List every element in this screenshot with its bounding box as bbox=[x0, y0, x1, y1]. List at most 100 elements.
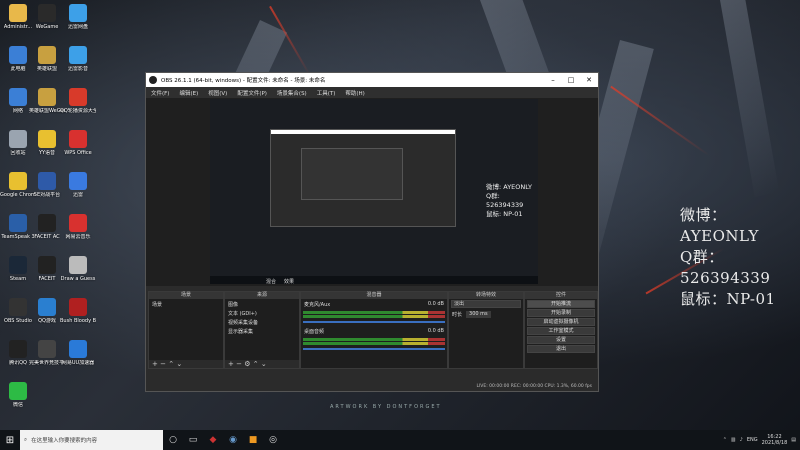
maximize-button[interactable]: □ bbox=[562, 76, 580, 84]
desktop-icon-label: 网易云音乐 bbox=[65, 234, 91, 240]
qq-group-label: Q群：526394339 bbox=[680, 248, 771, 287]
source-item-image[interactable]: 图像 bbox=[225, 299, 299, 310]
mixer-track-desktop: 桌面音频 0.0 dB bbox=[301, 326, 447, 337]
preview-weibo: 微博: AYEONLY bbox=[486, 183, 532, 191]
transitions-panel: 转场特效 淡出 时长 300 ms bbox=[448, 291, 524, 369]
uu-icon bbox=[69, 340, 87, 358]
close-button[interactable]: ✕ bbox=[580, 76, 598, 84]
faceit-icon bbox=[38, 256, 56, 274]
desktop-icon[interactable]: 迅雷网盘 bbox=[60, 4, 96, 30]
remove-icon[interactable]: − bbox=[236, 360, 242, 368]
desktop-icon[interactable]: Draw a Guess bbox=[60, 256, 96, 282]
preview-taskbar bbox=[210, 276, 538, 284]
desktop-icon[interactable]: 网易云音乐 bbox=[60, 214, 96, 240]
taskbar-search[interactable]: ⌕ 在这里输入你要搜索的内容 bbox=[20, 430, 163, 450]
desktop-icon[interactable]: 迅雷影音 bbox=[60, 46, 96, 72]
track-db: 0.0 dB bbox=[427, 301, 444, 307]
move-down-icon[interactable]: ⌄ bbox=[261, 360, 267, 368]
wallpaper-shard bbox=[720, 0, 780, 197]
transitions-header: 转场特效 bbox=[449, 292, 523, 299]
exit-button[interactable]: 退出 bbox=[527, 345, 595, 353]
duration-input[interactable]: 300 ms bbox=[466, 311, 491, 318]
desktop-icon[interactable]: 迅雷 bbox=[60, 172, 96, 198]
menu-file[interactable]: 文件(F) bbox=[146, 89, 174, 97]
scene-item[interactable]: 场景 bbox=[149, 299, 223, 310]
audio-meter bbox=[303, 315, 445, 318]
clock[interactable]: 16:22 2021/8/18 bbox=[762, 434, 788, 446]
menu-edit[interactable]: 编辑(E) bbox=[174, 89, 203, 97]
desktop-icon[interactable]: QQ轮播资源大全 bbox=[60, 88, 96, 114]
qq-game-icon bbox=[38, 298, 56, 316]
menu-scene-collection[interactable]: 场景集合(S) bbox=[272, 89, 312, 97]
taskbar: ⊞ ⌕ 在这里输入你要搜索的内容 ○ ▭ ◆ ◉ ■ ◎ ⌃ ▥ ♪ ENG 1… bbox=[0, 430, 800, 450]
virtual-camera-button[interactable]: 启动虚拟摄像机 bbox=[527, 318, 595, 326]
cortana-icon[interactable]: ○ bbox=[163, 430, 183, 450]
nested-obs-window bbox=[270, 129, 456, 227]
add-icon[interactable]: + bbox=[228, 360, 234, 368]
desktop-icon-label: 迅雷 bbox=[72, 192, 83, 198]
menu-view[interactable]: 视图(V) bbox=[203, 89, 232, 97]
move-up-icon[interactable]: ⌃ bbox=[168, 360, 174, 368]
nested-obs-window-2 bbox=[301, 148, 403, 200]
transition-select[interactable]: 淡出 bbox=[451, 300, 521, 308]
studio-mode-button[interactable]: 工作室模式 bbox=[527, 327, 595, 335]
move-down-icon[interactable]: ⌄ bbox=[176, 360, 182, 368]
computer-icon bbox=[9, 46, 27, 64]
chrome-icon bbox=[9, 172, 27, 190]
taskbar-app-icon[interactable]: ■ bbox=[243, 430, 263, 450]
desktop-icon[interactable]: WPS Office bbox=[60, 130, 96, 156]
desktop-icon-label: QQ轮播资源大全 bbox=[60, 108, 96, 114]
obs-taskbar-icon[interactable]: ◎ bbox=[263, 430, 283, 450]
language-indicator[interactable]: ENG bbox=[747, 437, 758, 443]
obs-titlebar[interactable]: OBS 26.1.1 (64-bit, windows) - 配置文件: 未命名… bbox=[146, 73, 598, 87]
start-recording-button[interactable]: 开始录制 bbox=[527, 309, 595, 317]
tab-mix[interactable]: 混合 bbox=[266, 278, 276, 285]
tab-effects[interactable]: 效果 bbox=[284, 278, 294, 285]
mixer-panel: 混音器 麦克风/Aux 0.0 dB 桌面音频 0.0 dB bbox=[300, 291, 448, 369]
volume-slider[interactable] bbox=[303, 348, 445, 350]
teamspeak-icon bbox=[9, 214, 27, 232]
gear-icon[interactable]: ⚙ bbox=[244, 360, 250, 368]
move-up-icon[interactable]: ⌃ bbox=[253, 360, 259, 368]
minimize-button[interactable]: – bbox=[544, 76, 562, 84]
recycle-bin-icon bbox=[9, 130, 27, 148]
source-item-video[interactable]: 视频采集设备 bbox=[225, 319, 299, 328]
wegame-icon bbox=[38, 4, 56, 22]
task-view-icon[interactable]: ▭ bbox=[183, 430, 203, 450]
menu-profile[interactable]: 配置文件(P) bbox=[232, 89, 272, 97]
desktop-icon[interactable]: 网易UU加速器 bbox=[60, 340, 96, 366]
5e-icon bbox=[38, 172, 56, 190]
menu-help[interactable]: 帮助(H) bbox=[340, 89, 369, 97]
network-icon[interactable]: ▥ bbox=[731, 437, 736, 443]
sources-header: 来源 bbox=[225, 292, 299, 299]
duration-label: 时长 bbox=[452, 312, 463, 318]
menu-tools[interactable]: 工具(T) bbox=[312, 89, 341, 97]
tray-chevron-icon[interactable]: ⌃ bbox=[723, 437, 727, 443]
yy-icon bbox=[38, 130, 56, 148]
desktop-icon-label: 微信 bbox=[12, 402, 23, 408]
steam-taskbar-icon[interactable]: ◉ bbox=[223, 430, 243, 450]
obs-preview[interactable]: 微博: AYEONLY Q群: 526394339 鼠标: NP-01 bbox=[146, 98, 598, 286]
add-icon[interactable]: + bbox=[152, 360, 158, 368]
obs-logo-icon bbox=[149, 76, 157, 84]
desktop-icon-label: WPS Office bbox=[64, 150, 92, 156]
obs-docks: 混合 效果 场景 场景 + − ⌃ ⌄ 来源 图像 文本 (GDI+) 视频采集… bbox=[146, 279, 598, 391]
controls-header: 控件 bbox=[525, 292, 597, 299]
taskbar-app-icon[interactable]: ◆ bbox=[203, 430, 223, 450]
desktop-icon[interactable]: Bush Bloody Bee bbox=[60, 298, 96, 324]
desktop-icon-label: Bush Bloody Bee bbox=[60, 318, 96, 324]
windows-start-icon[interactable]: ⊞ bbox=[0, 430, 20, 450]
obs-window[interactable]: OBS 26.1.1 (64-bit, windows) - 配置文件: 未命名… bbox=[145, 72, 599, 392]
volume-slider[interactable] bbox=[303, 321, 445, 323]
source-item-display[interactable]: 显示器采集 bbox=[225, 328, 299, 337]
notification-icon[interactable]: ▤ bbox=[791, 437, 796, 443]
volume-icon[interactable]: ♪ bbox=[740, 437, 743, 443]
source-item-text[interactable]: 文本 (GDI+) bbox=[225, 310, 299, 319]
remove-icon[interactable]: − bbox=[160, 360, 166, 368]
start-streaming-button[interactable]: 开始推流 bbox=[527, 300, 595, 308]
preview-canvas: 微博: AYEONLY Q群: 526394339 鼠标: NP-01 bbox=[210, 99, 538, 284]
desktop-icon[interactable]: 微信 bbox=[0, 382, 36, 408]
lol-icon bbox=[38, 46, 56, 64]
obs-icon bbox=[9, 298, 27, 316]
settings-button[interactable]: 设置 bbox=[527, 336, 595, 344]
